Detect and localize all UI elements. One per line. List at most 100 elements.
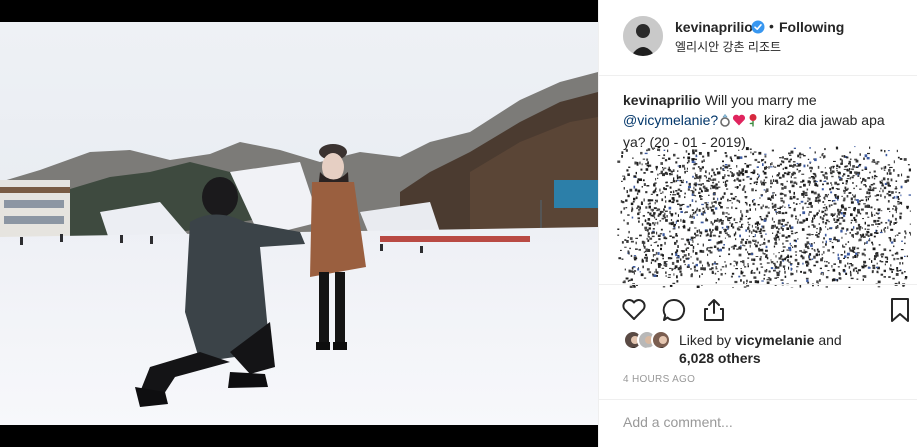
noise-dot <box>789 224 791 228</box>
noise-dot <box>886 257 889 261</box>
bookmark-icon[interactable] <box>887 297 913 323</box>
noise-dot <box>714 235 717 237</box>
location-link[interactable]: 엘리시안 강촌 리조트 <box>675 38 781 55</box>
noise-dot <box>871 241 873 244</box>
following-button[interactable]: Following <box>779 19 844 35</box>
noise-dot <box>828 200 831 202</box>
noise-dot <box>710 231 713 233</box>
noise-dot <box>823 251 825 254</box>
liker-avatars[interactable] <box>623 330 675 352</box>
noise-dot <box>842 182 844 184</box>
noise-dot <box>691 216 693 219</box>
noise-dot <box>840 229 843 233</box>
noise-dot <box>872 264 876 267</box>
noise-dot <box>762 204 764 207</box>
noise-dot <box>645 253 648 256</box>
noise-dot <box>851 168 854 171</box>
noise-dot <box>847 241 850 243</box>
comment-input[interactable] <box>623 410 893 434</box>
user-avatar[interactable] <box>623 16 663 56</box>
noise-dot <box>718 241 720 244</box>
noise-dot <box>875 212 878 214</box>
noise-dot <box>750 271 753 273</box>
noise-dot <box>744 197 748 199</box>
noise-dot <box>902 262 904 265</box>
noise-dot <box>691 199 694 202</box>
noise-dot <box>653 212 656 215</box>
liked-by-user-link[interactable]: vicymelanie <box>735 332 814 348</box>
noise-dot <box>770 179 772 182</box>
noise-dot <box>692 167 695 170</box>
comment-bubble-icon[interactable] <box>661 297 687 323</box>
noise-dot <box>637 212 640 216</box>
caption-mention[interactable]: @vicymelanie? <box>623 112 718 128</box>
noise-dot <box>744 190 747 194</box>
noise-dot <box>725 264 727 268</box>
noise-dot <box>740 271 743 275</box>
noise-dot <box>724 237 726 239</box>
noise-dot <box>674 241 677 245</box>
post-photo[interactable] <box>0 22 598 425</box>
noise-dot <box>757 204 760 206</box>
noise-dot <box>688 258 690 260</box>
noise-dot <box>839 261 842 264</box>
noise-dot <box>806 279 809 283</box>
noise-dot <box>756 280 760 284</box>
noise-dot <box>850 219 854 222</box>
noise-dot <box>656 194 659 197</box>
noise-dot <box>727 213 730 215</box>
noise-dot <box>771 202 774 205</box>
noise-dot <box>791 184 795 188</box>
noise-dot <box>843 189 846 192</box>
noise-dot <box>901 173 903 177</box>
header-username[interactable]: kevinaprilio <box>675 19 753 35</box>
noise-dot <box>890 264 892 267</box>
noise-dot <box>667 168 671 171</box>
noise-dot <box>782 225 785 227</box>
noise-dot <box>765 233 767 235</box>
share-upload-icon[interactable] <box>701 297 727 323</box>
noise-dot <box>710 187 712 190</box>
caption-username[interactable]: kevinaprilio <box>623 92 701 108</box>
likes-others-link[interactable]: 6,028 others <box>679 350 761 366</box>
noise-dot <box>680 250 684 252</box>
noise-dot <box>732 247 735 250</box>
noise-dot <box>734 179 736 182</box>
noise-dot <box>691 158 695 161</box>
noise-dot <box>869 171 871 174</box>
heart-outline-icon[interactable] <box>621 297 647 323</box>
post-timestamp[interactable]: 4 HOURS AGO <box>623 374 695 385</box>
noise-dot <box>853 208 856 211</box>
noise-dot <box>647 148 651 151</box>
noise-dot <box>814 249 816 252</box>
noise-dot <box>663 154 666 157</box>
noise-dot <box>824 167 826 169</box>
noise-dot <box>852 165 855 168</box>
noise-dot <box>773 269 776 272</box>
noise-dot <box>636 207 638 210</box>
noise-dot <box>679 184 682 186</box>
noise-dot <box>824 195 827 197</box>
noise-dot <box>871 224 874 226</box>
noise-dot <box>712 205 715 208</box>
likes-conjunction: and <box>818 332 842 348</box>
noise-dot <box>748 229 751 233</box>
noise-dot <box>785 236 788 239</box>
noise-dot <box>876 219 880 222</box>
noise-dot <box>694 227 697 229</box>
noise-dot <box>661 217 665 220</box>
noise-dot <box>620 210 623 214</box>
noise-dot <box>664 241 666 245</box>
noise-dot <box>881 179 883 182</box>
noise-dot <box>874 232 877 234</box>
noise-dot <box>850 264 854 267</box>
noise-dot <box>904 276 908 279</box>
noise-dot <box>696 213 698 216</box>
noise-dot <box>776 174 779 177</box>
noise-dot <box>809 255 811 259</box>
noise-dot <box>771 149 774 152</box>
noise-dot <box>683 254 687 257</box>
noise-dot <box>865 196 868 198</box>
noise-dot <box>888 276 891 278</box>
noise-dot <box>755 230 758 233</box>
